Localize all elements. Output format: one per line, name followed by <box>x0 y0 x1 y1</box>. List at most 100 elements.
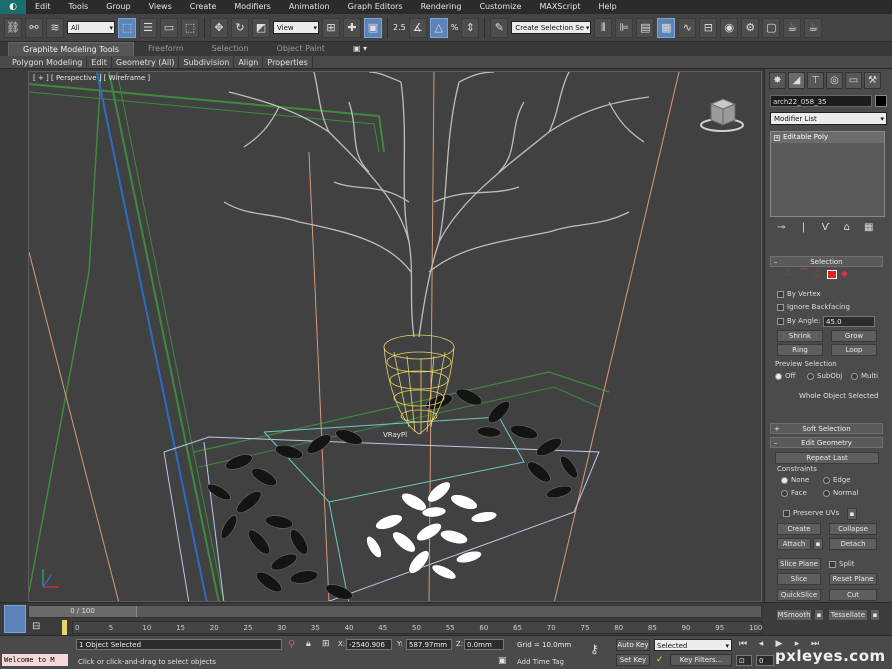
collapse-button[interactable]: Collapse <box>829 523 877 535</box>
layer-manager-icon[interactable]: ▤ <box>636 17 655 38</box>
rotate-icon[interactable]: ↻ <box>231 17 249 38</box>
select-manipulate-icon[interactable]: ✚ <box>343 17 361 38</box>
constraint-edge-radio[interactable]: Edge <box>823 476 851 484</box>
panel-edit[interactable]: Edit <box>87 55 112 69</box>
reset-plane-button[interactable]: Reset Plane <box>829 573 877 585</box>
perspective-viewport[interactable]: [ + ] [ Perspective ] [ Wireframe ] VRay… <box>28 71 762 602</box>
menu-graph-editors[interactable]: Graph Editors <box>339 0 412 14</box>
mini-curve-editor-icon[interactable] <box>4 605 26 633</box>
track-bar[interactable]: 0 5 10 15 20 25 30 35 40 45 50 55 60 65 70 75 80 85 90 95 10… <box>72 621 762 634</box>
by-vertex-checkbox[interactable]: By Vertex <box>777 290 821 298</box>
curve-editor-icon[interactable]: ∿ <box>678 17 697 38</box>
key-mode-toggle-icon[interactable]: ⊡ <box>736 655 752 666</box>
time-cursor[interactable] <box>62 620 67 635</box>
bind-spacewarp-icon[interactable]: ≋ <box>46 17 64 38</box>
time-slider-thumb[interactable]: 0 / 100 <box>29 606 137 617</box>
tab-selection[interactable]: Selection <box>198 42 263 56</box>
polygon-mode-icon[interactable] <box>827 270 837 279</box>
scale-icon[interactable]: ◩ <box>252 17 270 38</box>
constraint-none-radio[interactable]: None <box>781 476 809 484</box>
edit-named-selection-icon[interactable]: ✎ <box>490 17 509 38</box>
isolate-icon[interactable]: ⚲ <box>288 639 295 650</box>
add-time-tag[interactable]: Add Time Tag <box>517 658 564 666</box>
object-color-swatch[interactable] <box>875 95 887 107</box>
trackbar-icon[interactable]: ⊟ <box>32 621 40 632</box>
modifier-list-select[interactable]: Modifier List <box>770 112 887 126</box>
tab-graphite-modeling-tools[interactable]: Graphite Modeling Tools <box>8 42 135 56</box>
split-checkbox[interactable]: Split <box>829 560 855 568</box>
menu-create[interactable]: Create <box>181 0 226 14</box>
ignore-backfacing-checkbox[interactable]: Ignore Backfacing <box>777 303 850 311</box>
detach-button[interactable]: Detach <box>829 538 877 550</box>
set-key-icon[interactable]: ⚷ <box>590 642 599 656</box>
modify-tab-icon[interactable]: ◢ <box>788 72 805 89</box>
loop-button[interactable]: Loop <box>831 344 877 356</box>
rect-selection-icon[interactable]: ▭ <box>160 17 178 38</box>
preserve-uvs-settings-icon[interactable]: ▪ <box>847 508 857 520</box>
time-tag-icon[interactable]: ▣ <box>498 656 507 666</box>
constraint-face-radio[interactable]: Face <box>781 489 807 497</box>
x-coord-field[interactable]: -2540.906 <box>346 639 392 650</box>
preview-subobj-radio[interactable]: SubObj <box>807 372 842 380</box>
shrink-button[interactable]: Shrink <box>777 330 823 342</box>
percent-snap-icon[interactable]: △ <box>429 17 448 38</box>
y-coord-field[interactable]: 587.97mm <box>406 639 452 650</box>
menu-customize[interactable]: Customize <box>470 0 530 14</box>
ribbon-options-icon[interactable]: ▣ ▾ <box>339 42 381 56</box>
msmooth-button[interactable]: MSmooth <box>776 609 812 621</box>
by-angle-checkbox[interactable]: By Angle: <box>777 317 820 325</box>
configure-sets-icon[interactable]: ▦ <box>864 222 873 233</box>
prev-frame-icon[interactable]: ◂ <box>754 639 768 650</box>
panel-align[interactable]: Align <box>234 55 264 69</box>
pin-stack-icon[interactable]: ⊸ <box>777 222 785 233</box>
angle-snap-icon[interactable]: ∡ <box>408 17 427 38</box>
z-coord-field[interactable]: 0.0mm <box>464 639 504 650</box>
select-object-icon[interactable]: ⬚ <box>118 17 136 38</box>
repeat-last-button[interactable]: Repeat Last <box>775 452 879 464</box>
stack-item-editable-poly[interactable]: + Editable Poly <box>771 132 884 143</box>
create-button[interactable]: Create <box>777 523 821 535</box>
set-key-button[interactable]: Set Key <box>616 654 650 666</box>
grow-button[interactable]: Grow <box>831 330 877 342</box>
panel-properties[interactable]: Properties <box>263 55 313 69</box>
rollout-soft-selection[interactable]: + Soft Selection <box>770 423 883 434</box>
schematic-view-icon[interactable]: ⊟ <box>699 17 718 38</box>
tab-freeform[interactable]: Freeform <box>134 42 198 56</box>
slice-plane-button[interactable]: Slice Plane <box>777 558 821 570</box>
absolute-mode-icon[interactable]: ⊞ <box>322 639 330 649</box>
rollout-selection[interactable]: – Selection <box>770 256 883 267</box>
menu-maxscript[interactable]: MAXScript <box>530 0 589 14</box>
make-unique-icon[interactable]: Ѵ <box>822 222 830 233</box>
msmooth-settings-icon[interactable]: ▪ <box>814 609 824 621</box>
menu-animation[interactable]: Animation <box>280 0 339 14</box>
ring-button[interactable]: Ring <box>777 344 823 356</box>
utilities-tab-icon[interactable]: ⚒ <box>864 72 881 89</box>
panel-geometry-all[interactable]: Geometry (All) <box>112 55 180 69</box>
remove-modifier-icon[interactable]: ⌂ <box>844 222 850 233</box>
select-by-name-icon[interactable]: ☰ <box>139 17 157 38</box>
edge-mode-icon[interactable]: ⌒ <box>799 270 809 279</box>
menu-views[interactable]: Views <box>140 0 181 14</box>
maxscript-listener[interactable]: Welcome to M <box>2 654 68 666</box>
object-name-field[interactable]: arch22_058_35 <box>770 95 872 107</box>
lock-selection-icon[interactable]: 🔒︎ <box>306 639 311 649</box>
quickslice-button[interactable]: QuickSlice <box>777 589 821 601</box>
menu-edit[interactable]: Edit <box>26 0 60 14</box>
move-icon[interactable]: ✥ <box>210 17 228 38</box>
spinner-snap-icon[interactable]: ⇕ <box>461 17 480 38</box>
link-icon[interactable]: ⛓ <box>4 17 22 38</box>
named-selection-select[interactable]: Create Selection Se <box>511 21 592 34</box>
render-iterative-icon[interactable]: ☕ <box>804 17 823 38</box>
angle-spinner[interactable]: 45.0 <box>823 316 875 327</box>
align-icon[interactable]: ⊫ <box>615 17 634 38</box>
auto-key-button[interactable]: Auto Key <box>616 639 650 651</box>
hierarchy-tab-icon[interactable]: ⊤ <box>807 72 824 89</box>
element-mode-icon[interactable]: ◆ <box>841 270 851 279</box>
menu-rendering[interactable]: Rendering <box>412 0 471 14</box>
render-setup-icon[interactable]: ⚙ <box>741 17 760 38</box>
mirror-icon[interactable]: ⫴ <box>594 17 613 38</box>
expand-icon[interactable]: + <box>774 134 780 141</box>
menu-group[interactable]: Group <box>97 0 139 14</box>
rendered-frame-icon[interactable]: ▢ <box>762 17 781 38</box>
viewcube-icon[interactable] <box>699 94 745 134</box>
